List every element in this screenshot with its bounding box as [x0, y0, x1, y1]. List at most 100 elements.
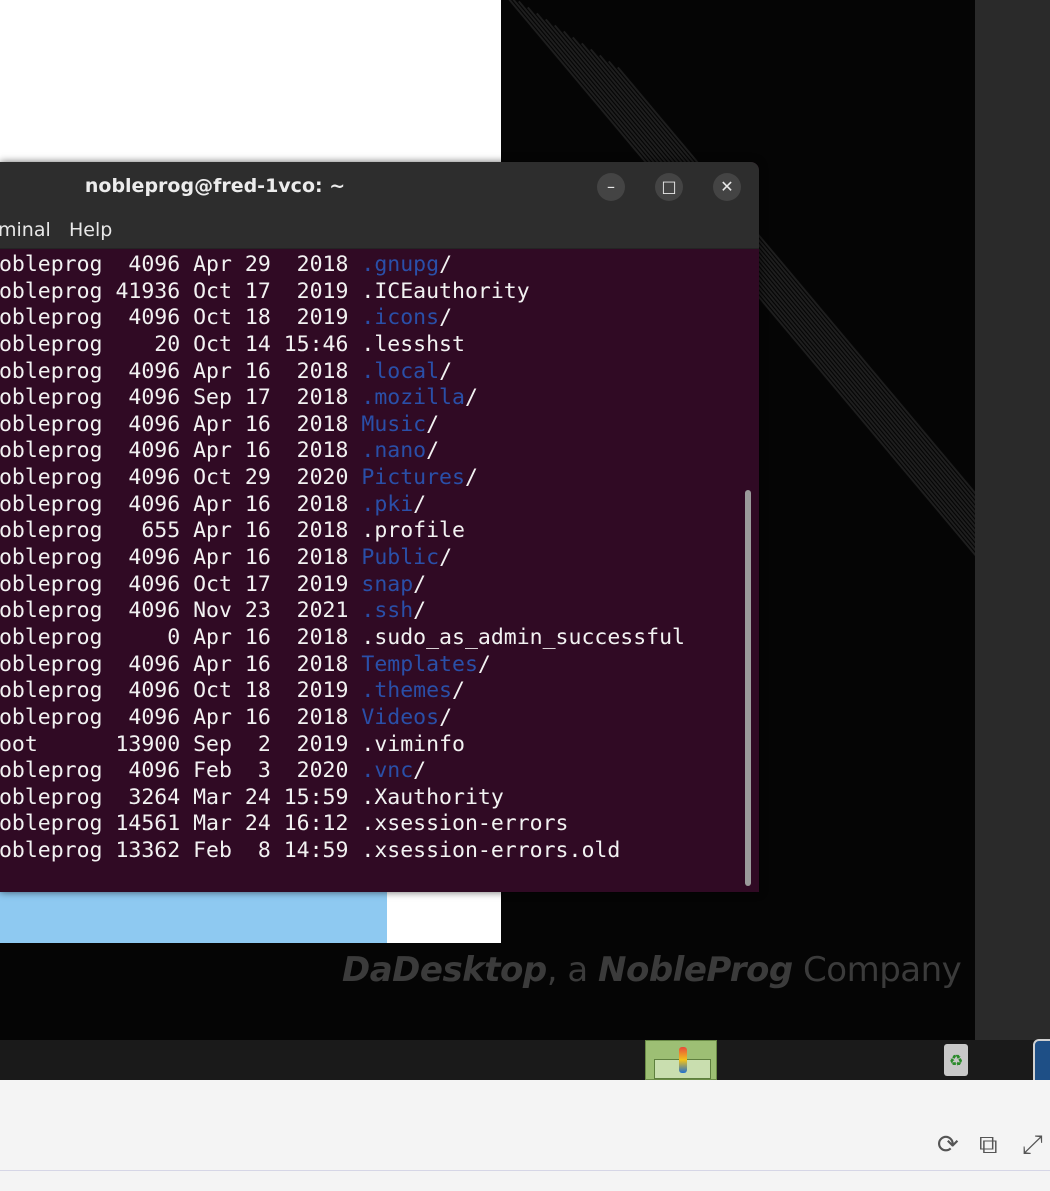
menu-help[interactable]: Help: [69, 219, 112, 241]
listing-meta: nobleprog 4096 Apr 16 2018: [0, 704, 362, 730]
trash-icon[interactable]: ♻: [944, 1044, 968, 1076]
listing-row: nobleprog 4096 Feb 3 2020 .vnc/: [0, 758, 685, 785]
listing-meta: nobleprog 4096 Apr 16 2018: [0, 545, 362, 571]
directory-slash: /: [413, 571, 427, 597]
file-name: .sudo_as_admin_successful: [361, 624, 685, 650]
external-link-icon[interactable]: ⧉: [979, 1132, 998, 1158]
directory-slash: /: [439, 704, 453, 730]
terminal-window[interactable]: nobleprog@fred-1vco: ~ – □ ✕ minal Help …: [0, 162, 759, 892]
directory-slash: /: [464, 385, 478, 411]
directory-slash: /: [413, 758, 427, 784]
listing-row: nobleprog 4096 Apr 16 2018 .local/: [0, 359, 685, 386]
terminal-scrollbar[interactable]: [745, 490, 751, 886]
directory-name: .local: [361, 358, 440, 384]
file-name: .lesshst: [361, 331, 465, 357]
refresh-icon[interactable]: ⟳: [937, 1132, 959, 1158]
minimize-button[interactable]: –: [597, 173, 625, 201]
directory-name: Music: [361, 411, 427, 437]
listing-row: nobleprog 4096 Apr 16 2018 .pki/: [0, 492, 685, 519]
directory-name: Public: [361, 545, 440, 571]
directory-slash: /: [439, 545, 453, 571]
listing-meta: nobleprog 4096 Oct 29 2020: [0, 465, 362, 491]
directory-slash: /: [426, 411, 440, 437]
listing-row: nobleprog 0 Apr 16 2018 .sudo_as_admin_s…: [0, 625, 685, 652]
listing-rows: nobleprog 4096 Apr 29 2018 .gnupg/noblep…: [0, 252, 685, 865]
brand-watermark: DaDesktop, a NobleProg Company: [342, 950, 962, 990]
listing-row: nobleprog 4096 Oct 18 2019 .icons/: [0, 305, 685, 332]
listing-meta: root 13900 Sep 2 2019: [0, 731, 362, 757]
listing-meta: nobleprog 4096 Apr 16 2018: [0, 438, 362, 464]
listing-row: nobleprog 4096 Nov 23 2021 .ssh/: [0, 598, 685, 625]
listing-meta: nobleprog 4096 Oct 18 2019: [0, 678, 362, 704]
directory-slash: /: [477, 651, 491, 677]
file-name: .xsession-errors: [361, 811, 569, 837]
listing-meta: nobleprog 20 Oct 14 15:46: [0, 331, 362, 357]
directory-slash: /: [439, 358, 453, 384]
listing-meta: nobleprog 4096 Apr 16 2018: [0, 411, 362, 437]
directory-slash: /: [452, 678, 465, 704]
listing-row: nobleprog 3264 Mar 24 15:59 .Xauthority: [0, 785, 685, 812]
directory-slash: /: [439, 252, 453, 277]
listing-row: nobleprog 4096 Oct 17 2019 snap/: [0, 572, 685, 599]
listing-meta: nobleprog 13362 Feb 8 14:59: [0, 838, 362, 864]
listing-row: nobleprog 4096 Oct 29 2020 Pictures/: [0, 465, 685, 492]
side-strip: [975, 0, 1050, 1040]
listing-row: nobleprog 4096 Apr 16 2018 Music/: [0, 412, 685, 439]
listing-meta: nobleprog 4096 Apr 16 2018: [0, 651, 362, 677]
maximize-button[interactable]: □: [655, 173, 683, 201]
taskbar: ♻: [0, 1040, 1050, 1080]
listing-meta: nobleprog 4096 Apr 16 2018: [0, 491, 362, 517]
directory-name: snap: [361, 571, 414, 597]
window-title: nobleprog@fred-1vco: ~: [84, 175, 346, 197]
terminal-menubar: minal Help: [0, 212, 759, 249]
directory-slash: /: [413, 598, 427, 624]
listing-row: nobleprog 20 Oct 14 15:46 .lesshst: [0, 332, 685, 359]
directory-name: Templates: [361, 651, 478, 677]
viewer-toolbar: ⟳ ⧉ ⤢: [0, 1080, 1050, 1191]
directory-slash: /: [464, 465, 478, 491]
listing-meta: nobleprog 655 Apr 16 2018: [0, 518, 362, 544]
listing-row: nobleprog 41936 Oct 17 2019 .ICEauthorit…: [0, 279, 685, 306]
listing-meta: nobleprog 4096 Oct 17 2019: [0, 571, 362, 597]
listing-row: nobleprog 4096 Sep 17 2018 .mozilla/: [0, 385, 685, 412]
listing-meta: nobleprog 41936 Oct 17 2019: [0, 278, 362, 304]
background-window-bar[interactable]: [0, 892, 387, 943]
listing-row: nobleprog 14561 Mar 24 16:12 .xsession-e…: [0, 811, 685, 838]
listing-meta: nobleprog 3264 Mar 24 15:59: [0, 784, 362, 810]
toolbar-divider: [0, 1170, 1050, 1171]
directory-name: .vnc: [361, 758, 414, 784]
listing-meta: nobleprog 4096 Sep 17 2018: [0, 385, 362, 411]
listing-row: nobleprog 4096 Apr 16 2018 Templates/: [0, 652, 685, 679]
directory-name: .pki: [361, 491, 414, 517]
taskbar-app-button[interactable]: [645, 1040, 717, 1080]
directory-slash: /: [439, 305, 453, 331]
fullscreen-icon[interactable]: ⤢: [1022, 1132, 1043, 1158]
menu-terminal[interactable]: minal: [0, 219, 51, 241]
directory-slash: /: [426, 438, 440, 464]
file-name: .ICEauthority: [361, 278, 530, 304]
directory-name: .themes: [361, 678, 452, 704]
listing-meta: nobleprog 4096 Apr 16 2018: [0, 358, 362, 384]
listing-row: nobleprog 13362 Feb 8 14:59 .xsession-er…: [0, 838, 685, 865]
listing-meta: nobleprog 0 Apr 16 2018: [0, 624, 362, 650]
close-button[interactable]: ✕: [713, 173, 741, 201]
app-icon-pin: [679, 1047, 687, 1073]
listing-meta: nobleprog 4096 Oct 18 2019: [0, 305, 362, 331]
listing-row: nobleprog 4096 Apr 16 2018 Videos/: [0, 705, 685, 732]
directory-name: .ssh: [361, 598, 414, 624]
listing-row: nobleprog 4096 Apr 16 2018 .nano/: [0, 438, 685, 465]
listing-row: nobleprog 4096 Apr 16 2018 Public/: [0, 545, 685, 572]
listing-meta: nobleprog 14561 Mar 24 16:12: [0, 811, 362, 837]
listing-row: root 13900 Sep 2 2019 .viminfo: [0, 732, 685, 759]
directory-name: .gnupg: [361, 252, 440, 277]
terminal-output[interactable]: nobleprog 4096 Apr 29 2018 .gnupg/noblep…: [0, 250, 745, 890]
directory-slash: /: [413, 491, 427, 517]
listing-meta: nobleprog 4096 Apr 29 2018: [0, 252, 362, 277]
listing-meta: nobleprog 4096 Nov 23 2021: [0, 598, 362, 624]
listing-row: nobleprog 655 Apr 16 2018 .profile: [0, 518, 685, 545]
directory-name: Videos: [361, 704, 440, 730]
directory-name: .nano: [361, 438, 427, 464]
listing-row: nobleprog 4096 Oct 18 2019 .themes/: [0, 678, 685, 705]
terminal-titlebar[interactable]: nobleprog@fred-1vco: ~ – □ ✕: [0, 162, 759, 212]
listing-row: nobleprog 4096 Apr 29 2018 .gnupg/: [0, 252, 685, 279]
